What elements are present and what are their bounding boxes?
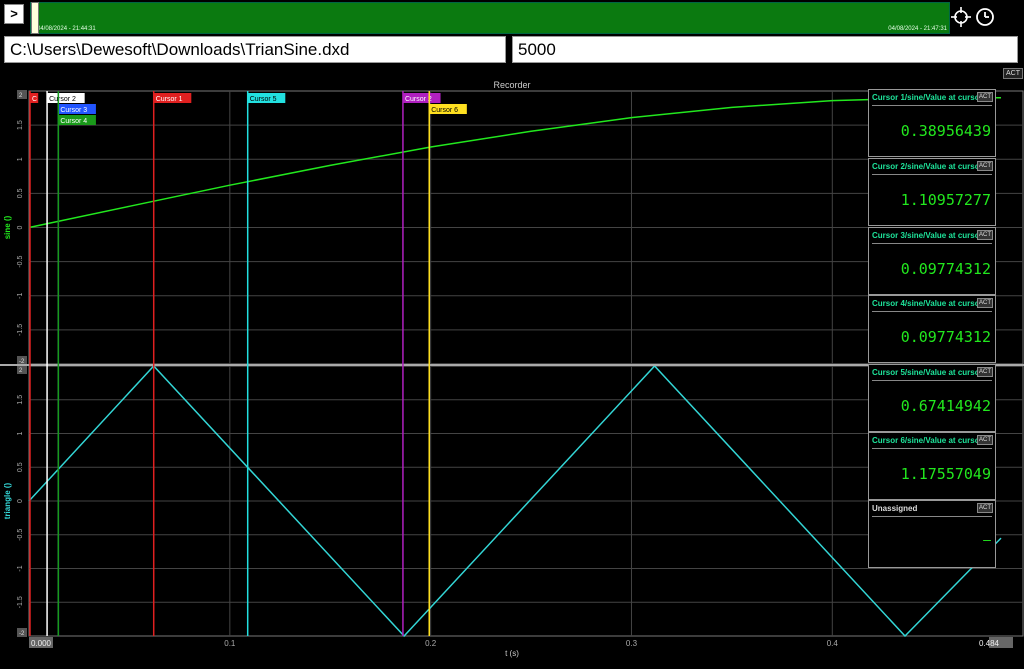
y-tick-label: -0.5 <box>17 255 24 267</box>
panel-title: Cursor 3/sine/Value at cursor <box>872 231 983 240</box>
y-tick-label: 1 <box>17 157 24 161</box>
overview-timeline[interactable]: 04/08/2024 - 21:44:31 04/08/2024 - 21:47… <box>30 2 950 34</box>
panel-value: 0.38956439 <box>900 122 991 140</box>
panel-divider <box>872 311 992 312</box>
y-axis-label: triangle () <box>3 482 12 519</box>
panel-title: Cursor 4/sine/Value at cursor <box>872 299 983 308</box>
x-tick-label: 0.3 <box>626 639 638 648</box>
panel-value: 0.09774312 <box>900 260 991 278</box>
panel-divider <box>872 174 992 175</box>
crosshair-icon[interactable] <box>950 6 972 28</box>
overview-end-time: 04/08/2024 - 21:47:31 <box>888 26 947 32</box>
cursor-value-panel[interactable]: Cursor 1/sine/Value at cursor ACT 0.389564… <box>868 89 996 157</box>
y-tick-label: 1 <box>17 431 24 435</box>
y-tick-label: 1.5 <box>17 395 24 405</box>
panel-value: 1.10957277 <box>900 191 991 209</box>
panel-title: Unassigned <box>872 504 918 513</box>
y-axis-label: sine () <box>3 215 12 239</box>
y-tick-label: -1.5 <box>17 324 24 336</box>
cursor-label: C <box>32 96 37 103</box>
cursor-value-panel[interactable]: Cursor 5/sine/Value at cursor ACT 0.674149… <box>868 364 996 432</box>
panel-act-button[interactable]: ACT <box>977 92 993 102</box>
panel-title: Cursor 6/sine/Value at cursor <box>872 436 983 445</box>
sine-series-line <box>28 97 1001 229</box>
x-tick-label: 0.4 <box>827 639 839 648</box>
cursor-value-panel[interactable]: Cursor 4/sine/Value at cursor ACT 0.097743… <box>868 295 996 363</box>
panel-value: 0.67414942 <box>900 397 991 415</box>
panel-title: Cursor 2/sine/Value at cursor <box>872 162 983 171</box>
x-tick-label: 0.2 <box>425 639 437 648</box>
y-tick-label: 0 <box>17 499 24 503</box>
panel-divider <box>872 516 992 517</box>
expand-button[interactable]: > <box>4 4 24 24</box>
y-tick-label: 0.5 <box>17 188 24 198</box>
x-tick-label: 0.1 <box>224 639 236 648</box>
x-axis-label: t (s) <box>505 649 519 658</box>
cursor-value-panel[interactable]: Unassigned ACT – <box>868 500 996 568</box>
overview-start-time: 04/08/2024 - 21:44:31 <box>37 26 96 32</box>
file-path-field[interactable]: C:\Users\Dewesoft\Downloads\TrianSine.dx… <box>4 36 506 63</box>
panel-value: 1.17557049 <box>900 465 991 483</box>
value-field[interactable]: 5000 <box>512 36 1018 63</box>
y-tick-label: 0.5 <box>17 462 24 472</box>
panel-value: – <box>983 533 991 548</box>
cursor-label: Cursor 4 <box>60 118 87 125</box>
clock-icon[interactable] <box>974 6 996 28</box>
cursor-value-panel[interactable]: Cursor 3/sine/Value at cursor ACT 0.097743… <box>868 227 996 295</box>
x-tick-label: 0.484 <box>979 639 1000 648</box>
panel-act-button[interactable]: ACT <box>977 161 993 171</box>
y-tick-label: -1.5 <box>17 596 24 608</box>
panel-act-button[interactable]: ACT <box>977 435 993 445</box>
x-tick-label: 0.000 <box>31 639 52 648</box>
panel-act-button[interactable]: ACT <box>977 367 993 377</box>
cursor-label: Cursor 5 <box>250 96 277 103</box>
panel-divider <box>872 380 992 381</box>
y-tick-label: 0 <box>17 225 24 229</box>
y-tick-label: 1.5 <box>17 120 24 130</box>
y-tick-label: -1 <box>17 293 24 299</box>
panel-value: 0.09774312 <box>900 328 991 346</box>
y-tick-label: -1 <box>17 565 24 571</box>
cursor-label: Cursor 2 <box>405 96 432 103</box>
cursor-label: Cursor 2 <box>49 96 76 103</box>
cursor-value-panel[interactable]: Cursor 2/sine/Value at cursor ACT 1.109572… <box>868 158 996 226</box>
panel-title: Cursor 1/sine/Value at cursor <box>872 93 983 102</box>
act-button[interactable]: ACT <box>1003 68 1023 79</box>
y-tick-label: -0.5 <box>17 529 24 541</box>
y-tick-label: -2 <box>19 631 25 637</box>
cursor-label: Cursor 1 <box>156 96 183 103</box>
cursor-label: Cursor 3 <box>60 107 87 114</box>
panel-divider <box>872 243 992 244</box>
panel-divider <box>872 105 992 106</box>
panel-divider <box>872 448 992 449</box>
cursor-label: Cursor 6 <box>431 107 458 114</box>
panel-title: Cursor 5/sine/Value at cursor <box>872 368 983 377</box>
overview-range-handle[interactable] <box>31 2 39 34</box>
cursor-value-panel[interactable]: Cursor 6/sine/Value at cursor ACT 1.175570… <box>868 432 996 500</box>
panel-act-button[interactable]: ACT <box>977 230 993 240</box>
panel-act-button[interactable]: ACT <box>977 503 993 513</box>
panel-act-button[interactable]: ACT <box>977 298 993 308</box>
